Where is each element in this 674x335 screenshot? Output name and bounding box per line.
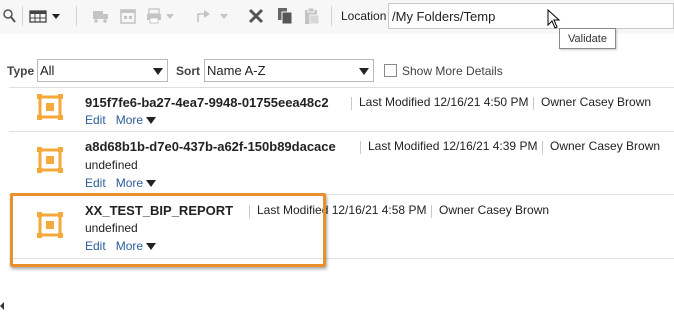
more-label: More [115,176,144,190]
item-actions: Edit More [85,113,157,127]
paste-icon[interactable] [302,6,322,26]
chevron-down-icon [153,68,163,75]
item-owner: Owner Casey Brown [550,139,661,153]
search-icon[interactable] [0,6,20,26]
item-name[interactable]: 915f7fe6-ba27-4ea7-9948-01755eea48c2 [85,95,329,110]
location-label: Location [341,9,387,23]
toolbar-divider [331,6,332,26]
type-select-value: All [40,63,55,78]
meta-divider [351,97,352,110]
meta-divider [533,97,534,110]
validate-tooltip: Validate [559,28,616,49]
item-owner: Owner Casey Brown [541,95,652,109]
more-link[interactable]: More [115,176,157,190]
location-input[interactable] [388,3,674,29]
filter-bar: Type All Sort Name A-Z Show More Details [0,58,674,84]
meta-divider [542,141,543,154]
meta-divider [431,205,432,218]
item-name[interactable]: a8d68b1b-d7e0-437b-a62f-150b89dacace [85,139,336,154]
toolbar-divider [76,6,77,26]
list-item: 915f7fe6-ba27-4ea7-9948-01755eea48c2 Las… [9,87,674,132]
truck-icon[interactable] [91,6,111,26]
share-menu-icon[interactable] [196,6,232,26]
item-description: undefined [85,158,138,172]
copy-icon[interactable] [275,6,295,26]
more-label: More [115,113,144,127]
list-item: a8d68b1b-d7e0-437b-a62f-150b89dacace Las… [9,131,674,195]
chevron-down-icon [146,117,157,125]
chevron-down-icon [146,180,157,188]
type-select[interactable]: All [37,59,168,82]
item-last-modified: Last Modified 12/16/21 4:39 PM [368,139,538,153]
item-owner: Owner Casey Brown [439,203,550,217]
splitter-handle-icon[interactable] [0,300,5,310]
type-label: Type [7,64,35,78]
delete-icon[interactable] [246,6,266,26]
show-more-details-checkbox[interactable] [384,64,397,77]
sort-select[interactable]: Name A-Z [204,59,374,82]
item-actions: Edit More [85,176,157,190]
print-menu-icon[interactable] [146,6,178,26]
toolbar-divider [22,6,23,26]
report-icon[interactable] [36,93,64,124]
edit-link[interactable]: Edit [85,113,106,127]
meta-divider [360,141,361,154]
view-menu-icon[interactable] [28,6,64,26]
sort-select-value: Name A-Z [207,63,266,78]
sort-label: Sort [176,64,200,78]
schedule-icon[interactable] [118,6,138,26]
item-last-modified: Last Modified 12/16/21 4:50 PM [359,95,529,109]
chevron-down-icon [359,68,369,75]
more-link[interactable]: More [115,113,157,127]
report-icon[interactable] [36,146,64,177]
show-more-details-label: Show More Details [402,64,503,78]
selection-highlight [10,193,326,267]
edit-link[interactable]: Edit [85,176,106,190]
